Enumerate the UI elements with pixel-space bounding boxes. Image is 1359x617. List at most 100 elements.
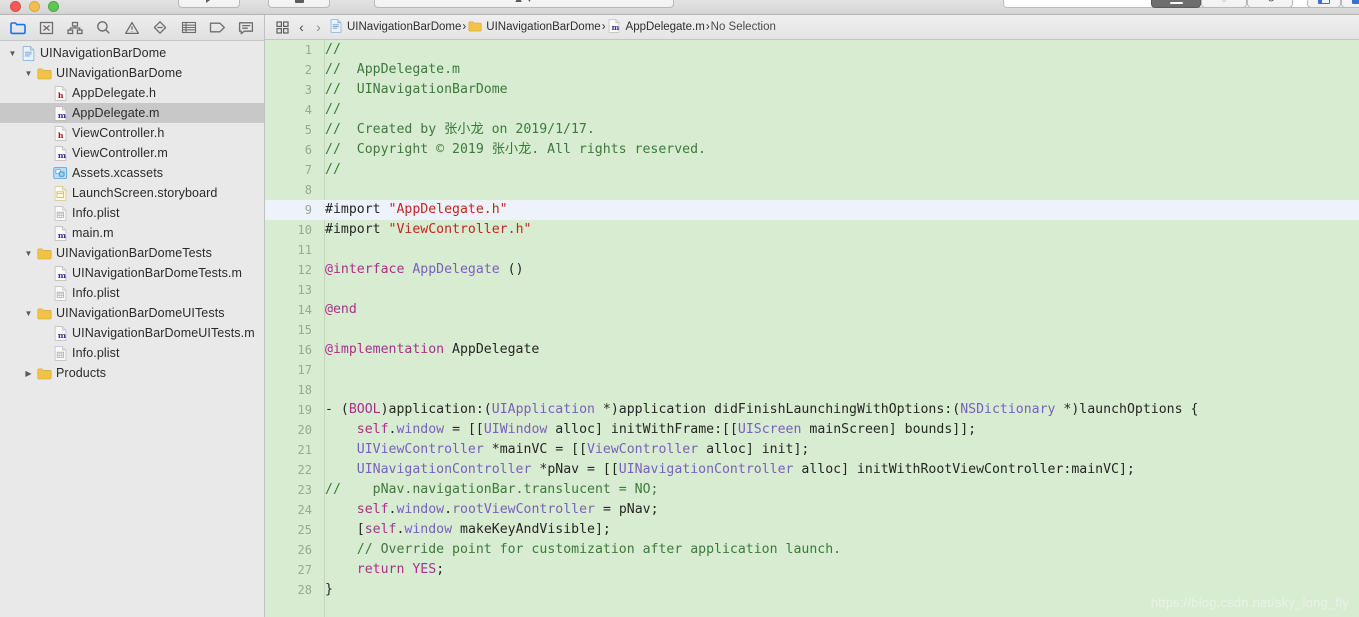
- code-token: self: [356, 422, 389, 437]
- close-window-button[interactable]: [10, 1, 21, 12]
- file-tree-row[interactable]: m UINavigationBarDomeUITests.m: [0, 323, 264, 343]
- code-line[interactable]: 3 // UINavigationBarDome: [265, 80, 1359, 100]
- test-navigator-tab[interactable]: [146, 18, 174, 38]
- code-line[interactable]: 28}: [265, 580, 1359, 600]
- source-editor[interactable]: 1 // 2 // AppDelegate.m 3 // UINavigationBarD…: [265, 40, 1359, 617]
- file-tree-row[interactable]: Info.plist: [0, 283, 264, 303]
- svg-text:m: m: [57, 110, 66, 119]
- symbol-navigator-tab[interactable]: [61, 18, 89, 38]
- code-line[interactable]: 10 #import "ViewController.h": [265, 220, 1359, 240]
- maximize-window-button[interactable]: [48, 1, 59, 12]
- code-line[interactable]: 11: [265, 240, 1359, 260]
- file-tree-row[interactable]: ▶ Products: [0, 363, 264, 383]
- report-navigator-tab[interactable]: [232, 18, 260, 38]
- code-token: ;: [436, 562, 445, 577]
- code-line[interactable]: 19 - (BOOL)application:(UIApplication *)a…: [265, 400, 1359, 420]
- code-line[interactable]: 4 //: [265, 100, 1359, 120]
- issue-navigator-tab[interactable]: [118, 18, 146, 38]
- file-tree-row[interactable]: m UINavigationBarDomeTests.m: [0, 263, 264, 283]
- breadcrumb-item[interactable]: UINavigationBarDome: [327, 18, 462, 36]
- find-navigator-tab[interactable]: [89, 18, 117, 38]
- minimize-window-button[interactable]: [29, 1, 40, 12]
- code-lines[interactable]: 1 // 2 // AppDelegate.m 3 // UINavigationBarD…: [265, 40, 1359, 617]
- editor-version-button[interactable]: ⟲: [1247, 0, 1293, 8]
- stop-button[interactable]: [268, 0, 330, 8]
- code-line[interactable]: 22 UINavigationController *pNav = [[UINa…: [265, 460, 1359, 480]
- code-line[interactable]: 27 return YES;: [265, 560, 1359, 580]
- code-line[interactable]: 16 @implementation AppDelegate: [265, 340, 1359, 360]
- file-tree-row[interactable]: m AppDelegate.m: [0, 103, 264, 123]
- file-tree-row[interactable]: ▼ UINavigationBarDomeUITests: [0, 303, 264, 323]
- code-line[interactable]: 12 @interface AppDelegate (): [265, 260, 1359, 280]
- code-line[interactable]: 23 // pNav.navigationBar.translucent = NO…: [265, 480, 1359, 500]
- chevron-down-icon[interactable]: ▼: [22, 69, 35, 78]
- code-line[interactable]: 9 #import "AppDelegate.h": [265, 200, 1359, 220]
- line-number: 1: [304, 43, 312, 57]
- code-line[interactable]: 8: [265, 180, 1359, 200]
- scheme-destination-control[interactable]: ▲▼: [374, 0, 674, 8]
- code-line[interactable]: 13: [265, 280, 1359, 300]
- back-button[interactable]: ‹: [293, 19, 310, 35]
- debug-navigator-tab[interactable]: [175, 18, 203, 38]
- code-line[interactable]: 15: [265, 320, 1359, 340]
- chevron-down-icon[interactable]: ▼: [22, 309, 35, 318]
- folder-icon: [35, 247, 53, 260]
- line-number: 6: [304, 143, 312, 157]
- code-line[interactable]: 5 // Created by 张小龙 on 2019/1/17.: [265, 120, 1359, 140]
- code-line[interactable]: 20 self.window = [[UIWindow alloc] initW…: [265, 420, 1359, 440]
- m-file-icon: m: [54, 145, 67, 161]
- code-line[interactable]: 2 // AppDelegate.m: [265, 60, 1359, 80]
- code-line[interactable]: 6 // Copyright © 2019 张小龙. All rights res…: [265, 140, 1359, 160]
- file-tree-row-label: Info.plist: [72, 206, 120, 220]
- project-navigator-tab[interactable]: [4, 18, 32, 38]
- code-line[interactable]: 14 @end: [265, 300, 1359, 320]
- code-token: ViewController: [587, 442, 699, 457]
- run-button[interactable]: [178, 0, 240, 8]
- source-control-navigator-tab[interactable]: [32, 18, 60, 38]
- file-tree-row[interactable]: h ViewController.h: [0, 123, 264, 143]
- code-line[interactable]: 25 [self.window makeKeyAndVisible];: [265, 520, 1359, 540]
- jump-bar: ‹ › UINavigationBarDome › UINavigationBarD…: [265, 15, 1359, 40]
- editor-assistant-icon: ◌: [1221, 0, 1228, 5]
- file-tree-row[interactable]: ▼ UINavigationBarDomeTests: [0, 243, 264, 263]
- line-number: 10: [297, 223, 312, 237]
- breakpoint-navigator-tab[interactable]: [203, 18, 231, 38]
- line-number: 11: [297, 243, 312, 257]
- breadcrumb-item[interactable]: No Selection: [710, 21, 777, 33]
- file-tree-row-label: ViewController.m: [72, 146, 168, 160]
- related-items-button[interactable]: [271, 20, 293, 34]
- file-tree-row[interactable]: ▼ UINavigationBarDome: [0, 63, 264, 83]
- file-tree-row[interactable]: LaunchScreen.storyboard: [0, 183, 264, 203]
- file-tree-row[interactable]: m ViewController.m: [0, 143, 264, 163]
- code-line[interactable]: 24 self.window.rootViewController = pNav…: [265, 500, 1359, 520]
- file-tree-row[interactable]: Info.plist: [0, 203, 264, 223]
- code-token: // pNav.navigationBar.translucent = NO;: [325, 482, 659, 497]
- code-line[interactable]: 21 UIViewController *mainVC = [[ViewCont…: [265, 440, 1359, 460]
- h-file-icon: h: [51, 125, 69, 141]
- editor-assistant-button[interactable]: ◌: [1201, 0, 1247, 8]
- forward-button[interactable]: ›: [310, 19, 327, 35]
- toggle-debug-button[interactable]: [1341, 0, 1359, 8]
- code-line[interactable]: 1 //: [265, 40, 1359, 60]
- file-tree-row[interactable]: Info.plist: [0, 343, 264, 363]
- file-tree-row-label: UINavigationBarDomeTests.m: [72, 266, 243, 280]
- file-tree-row[interactable]: m main.m: [0, 223, 264, 243]
- code-line-text: //: [325, 100, 1359, 120]
- project-file-tree[interactable]: ▼ UINavigationBarDome ▼ UINavigationBarDome…: [0, 41, 264, 617]
- file-tree-row[interactable]: h AppDelegate.h: [0, 83, 264, 103]
- code-line[interactable]: 18: [265, 380, 1359, 400]
- chevron-down-icon[interactable]: ▼: [6, 49, 19, 58]
- chevron-down-icon[interactable]: ▼: [22, 249, 35, 258]
- chevron-right-icon[interactable]: ▶: [22, 369, 35, 378]
- breadcrumb-item[interactable]: UINavigationBarDome: [466, 20, 601, 35]
- toggle-navigator-button[interactable]: [1307, 0, 1341, 8]
- code-line[interactable]: 26 // Override point for customization a…: [265, 540, 1359, 560]
- file-tree-row[interactable]: Assets.xcassets: [0, 163, 264, 183]
- file-tree-row-label: AppDelegate.m: [72, 106, 160, 120]
- editor-standard-button[interactable]: [1151, 0, 1201, 8]
- breadcrumb-item-label: No Selection: [710, 21, 776, 33]
- code-line[interactable]: 17: [265, 360, 1359, 380]
- file-tree-row[interactable]: ▼ UINavigationBarDome: [0, 43, 264, 63]
- breadcrumb-item[interactable]: m AppDelegate.m: [606, 18, 706, 36]
- code-line[interactable]: 7 //: [265, 160, 1359, 180]
